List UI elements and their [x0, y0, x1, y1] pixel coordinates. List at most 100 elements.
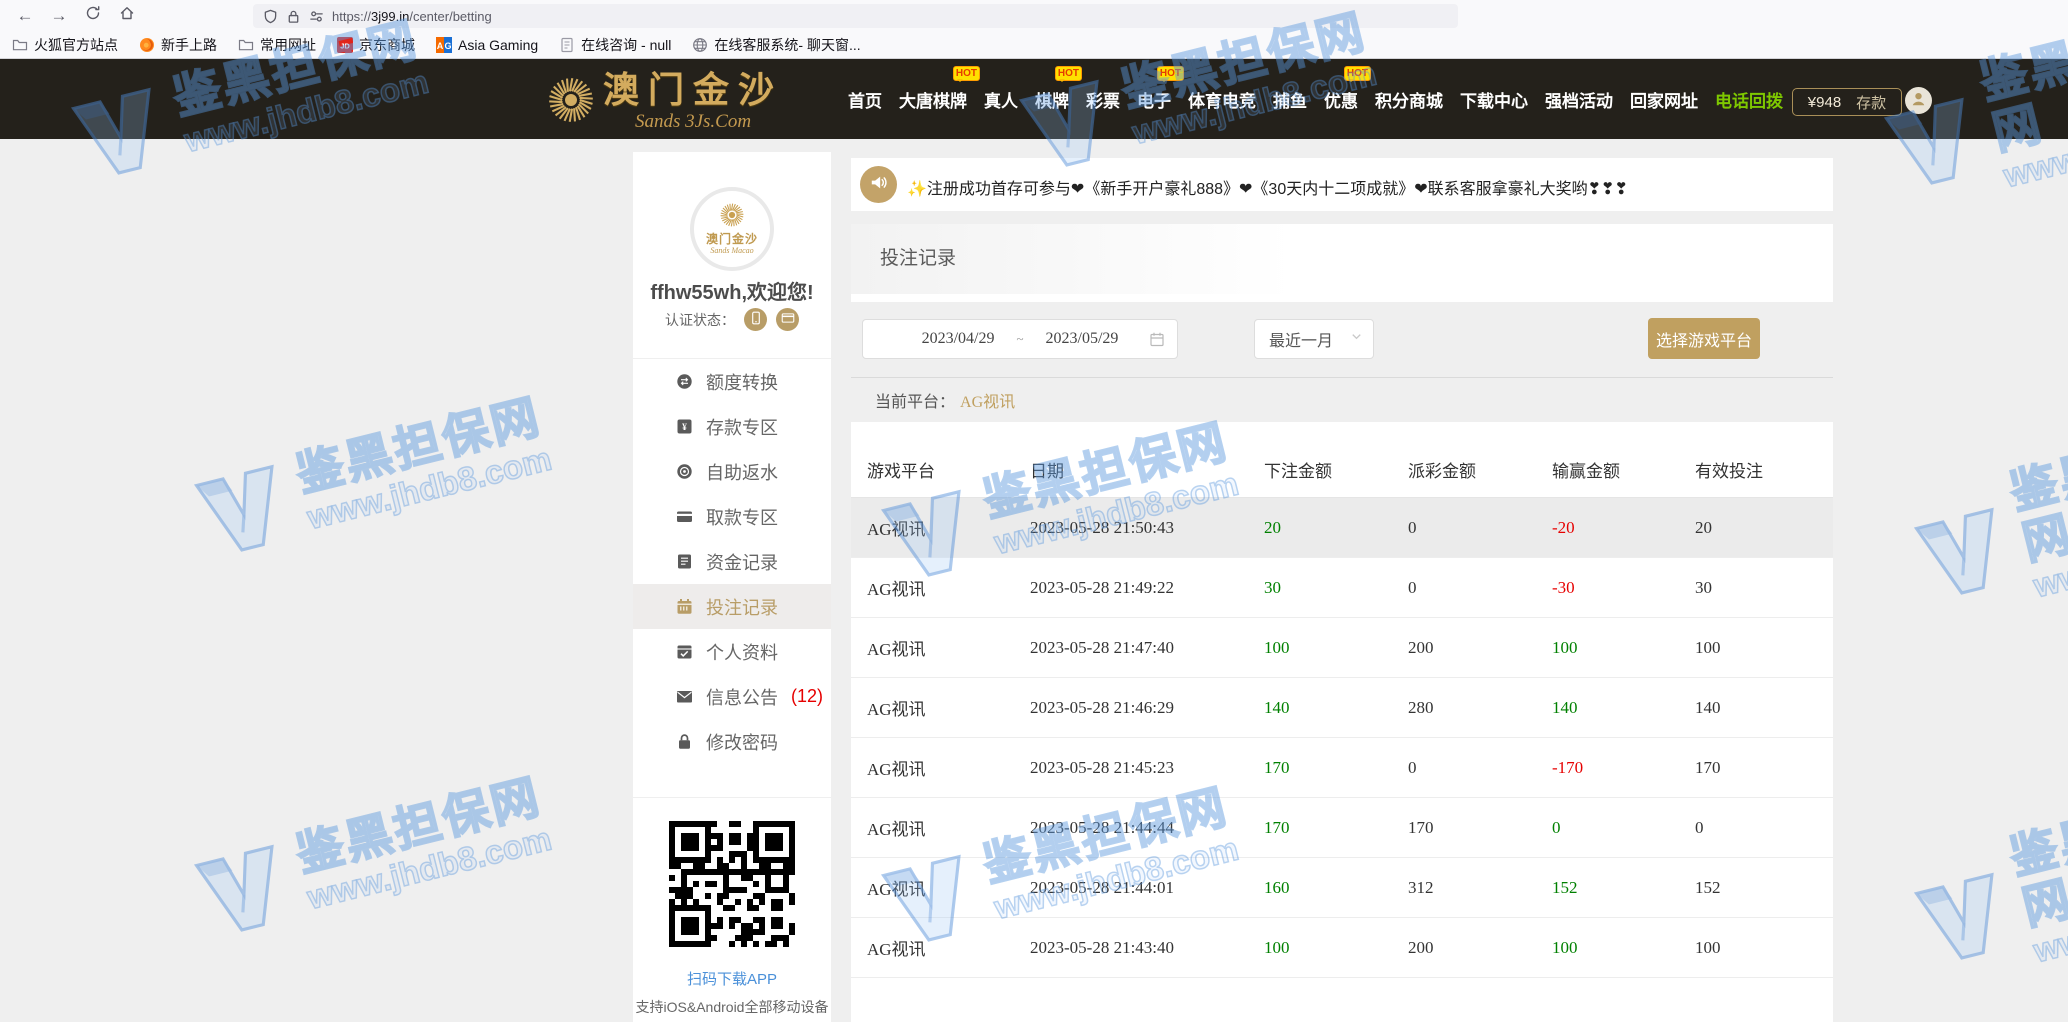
bookmark-item[interactable]: 在线客服系统- 聊天窗...: [692, 35, 860, 55]
table-row: AG视讯2023-05-28 21:44:4417017000: [851, 798, 1833, 858]
nav-item[interactable]: 彩票: [1086, 87, 1120, 112]
sidebar-item[interactable]: 资金记录: [633, 539, 831, 584]
cell-bet: 170: [1248, 738, 1392, 798]
bookmark-label: 在线咨询 - null: [581, 35, 671, 55]
sidebar-item[interactable]: 额度转换: [633, 359, 831, 404]
nav-item[interactable]: 首页: [848, 87, 882, 112]
watermark-logo-icon: [178, 445, 305, 572]
bookmark-label: 京东商城: [359, 35, 415, 55]
phone-verified-badge[interactable]: [744, 308, 767, 331]
speaker-icon: [860, 166, 897, 203]
qr-caption-link[interactable]: 扫码下载APP: [633, 968, 831, 989]
site-logo-title: 澳门金沙: [603, 72, 783, 108]
nav-item[interactable]: 棋牌HOT: [1035, 87, 1069, 112]
sidebar-item-label: 修改密码: [706, 729, 778, 755]
bookmark-item[interactable]: 火狐官方站点: [12, 35, 118, 55]
nav-item[interactable]: 回家网址: [1630, 87, 1698, 112]
url-bar[interactable]: https://3j99.in/center/betting: [253, 4, 1458, 28]
sidebar-menu: 额度转换 ¥ 存款专区自助返水取款专区资金记录投注记录个人资料信息公告(12) 修改密…: [633, 359, 831, 764]
lock-icon[interactable]: [286, 9, 301, 24]
sidebar-item[interactable]: 自助返水: [633, 449, 831, 494]
reload-icon[interactable]: [76, 5, 110, 26]
cell-valid: 20: [1679, 498, 1833, 558]
permissions-icon[interactable]: [309, 9, 324, 24]
calendar-icon: [1149, 331, 1165, 347]
profile-icon: [676, 643, 693, 660]
date-range-input[interactable]: 2023/04/29 ~ 2023/05/29: [862, 319, 1178, 359]
folder-icon: [12, 37, 28, 53]
table-row: AG视讯2023-05-28 21:45:231700-170170: [851, 738, 1833, 798]
nav-item[interactable]: 积分商城: [1375, 87, 1443, 112]
url-text: https://3j99.in/center/betting: [332, 9, 492, 24]
sidebar-item[interactable]: ¥ 存款专区: [633, 404, 831, 449]
column-header: 下注金额: [1248, 442, 1392, 498]
date-from: 2023/04/29: [922, 330, 995, 348]
nav-item[interactable]: 真人: [984, 87, 1018, 112]
nav-item[interactable]: 大唐棋牌HOT: [899, 87, 967, 112]
nav-item[interactable]: 电话回拨: [1715, 87, 1783, 112]
watermark-url: www.jhdb8.com: [304, 820, 556, 917]
cell-winloss: 100: [1536, 618, 1679, 678]
cell-payout: 0: [1392, 558, 1536, 618]
range-select[interactable]: 最近一月: [1254, 319, 1374, 359]
filter-panel: 2023/04/29 ~ 2023/05/29 最近一月 选择游戏平台 当前平台…: [851, 302, 1833, 422]
cell-payout: 312: [1392, 858, 1536, 918]
shield-icon[interactable]: [263, 9, 278, 24]
nav-item[interactable]: 体育电竞: [1188, 87, 1256, 112]
bookmark-item[interactable]: AGAsia Gaming: [436, 37, 538, 53]
cell-payout: 200: [1392, 918, 1536, 978]
sidebar-item-label: 额度转换: [706, 369, 778, 395]
nav-item[interactable]: 电子HOT: [1137, 87, 1171, 112]
back-icon[interactable]: ←: [8, 6, 42, 26]
bookmark-item[interactable]: 在线咨询 - null: [559, 35, 671, 55]
watermark-url: www.jhdb8.com: [2030, 873, 2068, 970]
unread-count-badge: (12): [791, 686, 823, 707]
home-icon[interactable]: [110, 5, 144, 26]
table-row: AG视讯2023-05-28 21:47:40100200100100: [851, 618, 1833, 678]
nav-item[interactable]: 优惠HOT: [1324, 87, 1358, 112]
sidebar-item[interactable]: 个人资料: [633, 629, 831, 674]
sidebar-item[interactable]: 修改密码: [633, 719, 831, 764]
svg-text:G: G: [444, 41, 451, 51]
sidebar-item-label: 资金记录: [706, 549, 778, 575]
main-nav: 澳门金沙 Sands 3Js.Com 首页大唐棋牌HOT 真人棋牌HOT 彩票电子H…: [0, 59, 2068, 139]
deposit-link[interactable]: 存款: [1856, 92, 1886, 113]
bookmark-item[interactable]: 常用网址: [238, 35, 316, 55]
site-logo[interactable]: 澳门金沙 Sands 3Js.Com: [548, 72, 783, 133]
column-header: 输赢金额: [1536, 442, 1679, 498]
column-header: 游戏平台: [851, 442, 1014, 498]
sidebar-item-label: 存款专区: [706, 414, 778, 440]
bookmark-label: 在线客服系统- 聊天窗...: [714, 35, 860, 55]
globe-icon: [692, 37, 708, 53]
nav-item[interactable]: 捕鱼: [1273, 87, 1307, 112]
nav-item[interactable]: 下载中心: [1460, 87, 1528, 112]
cell-platform: AG视讯: [851, 798, 1014, 858]
balance-pill[interactable]: ¥948 存款: [1792, 88, 1902, 116]
hot-badge: HOT: [1157, 66, 1184, 81]
watermark-brand: 鉴黑担保网: [2005, 408, 2068, 569]
cell-payout: 0: [1392, 738, 1536, 798]
sidebar-item[interactable]: 投注记录: [633, 584, 831, 629]
deposit-icon: ¥: [676, 418, 693, 435]
choose-platform-button[interactable]: 选择游戏平台: [1648, 318, 1760, 359]
balance-amount: ¥948: [1808, 94, 1841, 111]
bookmark-item[interactable]: JD京东商城: [337, 35, 415, 55]
nav-item[interactable]: 强档活动: [1545, 87, 1613, 112]
watermark: 鉴黑担保网www.jhdb8.com: [178, 762, 558, 952]
bookmark-label: Asia Gaming: [458, 37, 538, 53]
cell-valid: 100: [1679, 918, 1833, 978]
bookmark-item[interactable]: 新手上路: [139, 35, 217, 55]
forward-icon[interactable]: →: [42, 6, 76, 26]
cell-winloss: -170: [1536, 738, 1679, 798]
sidebar-item[interactable]: 信息公告(12): [633, 674, 831, 719]
cell-bet: 100: [1248, 618, 1392, 678]
bankcard-verified-badge[interactable]: [776, 308, 799, 331]
notice-bar: ✨注册成功首存可参与❤《新手开户豪礼888》❤《30天内十二项成就》❤联系客服拿…: [851, 158, 1833, 211]
sidebar-item[interactable]: 取款专区: [633, 494, 831, 539]
cell-date: 2023-05-28 21:43:40: [1014, 918, 1248, 978]
bookmark-label: 常用网址: [260, 35, 316, 55]
avatar[interactable]: [1905, 87, 1932, 114]
cell-winloss: 100: [1536, 918, 1679, 978]
betting-table: 游戏平台日期下注金额派彩金额输赢金额有效投注 AG视讯2023-05-28 21…: [851, 442, 1833, 978]
cell-valid: 0: [1679, 798, 1833, 858]
